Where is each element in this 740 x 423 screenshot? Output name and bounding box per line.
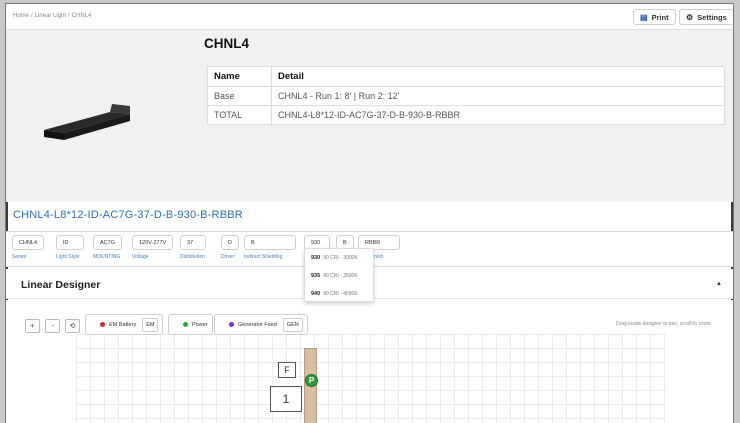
option-select[interactable]: ID (56, 235, 84, 250)
option-select[interactable]: 37 (180, 235, 206, 250)
option-label: Distribution (180, 254, 206, 260)
table-header-row: Name Detail (207, 66, 725, 87)
dropdown-option-940[interactable]: 940 90 CRI - 4000K (305, 285, 373, 303)
column-header-detail: Detail (271, 66, 725, 87)
row-name: Base (207, 86, 272, 106)
column-header-name: Name (207, 66, 272, 87)
option-label: Voltage (132, 254, 149, 260)
breadcrumb: Home / Linear Light / CHNL4 (13, 13, 93, 19)
print-label: Print (651, 12, 669, 22)
legend-power[interactable]: Power (168, 314, 213, 335)
dropdown-option-930[interactable]: 930 90 CRI - 3000K (305, 249, 373, 267)
option-code: 935 (311, 273, 321, 279)
red-dot-icon (100, 322, 105, 327)
designer-title: Linear Designer (21, 279, 101, 291)
option-label: Indirect Shielding (244, 254, 283, 260)
option-code: 940 (311, 291, 321, 297)
fixture-f-label: F (278, 362, 296, 378)
legend-em-battery[interactable]: EM Battery EM (85, 314, 164, 335)
designer-hint: Drag inside designer to pan, scroll to z… (616, 321, 711, 327)
option-select[interactable]: B (244, 235, 296, 250)
legend-tag: EM (142, 317, 159, 332)
power-feed-badge[interactable]: P (305, 374, 318, 387)
product-section: CHNL4 Name Detail Base CHNL4 - Run 1: 8'… (6, 30, 733, 202)
row-detail: CHNL4-L8*12-ID-AC7G-37-D-B-930-B-RBBR (271, 105, 725, 125)
option-select[interactable]: AC7G (93, 235, 122, 250)
option-desc: 90 CRI - 3500K (323, 273, 358, 279)
designer-canvas[interactable]: + - ⟲ EM Battery EM Power Generator Feed… (6, 300, 733, 423)
option-driver[interactable]: D Driver (221, 235, 239, 260)
option-label: Driver (221, 254, 235, 260)
settings-button[interactable]: ⚙ Settings (679, 9, 733, 25)
run-number-label: 1 (270, 386, 302, 412)
legend-tag: GEN (282, 317, 303, 332)
breadcrumb-linear-light[interactable]: Linear Light (35, 13, 66, 19)
config-string: CHNL4-L8*12-ID-AC7G-37-D-B-930-B-RBBR (13, 209, 243, 221)
option-distribution[interactable]: 37 Distribution (180, 235, 206, 260)
cct-dropdown-menu: 930 90 CRI - 3000K 935 90 CRI - 3500K 940 9… (304, 248, 374, 302)
printer-icon: ▤ (640, 12, 648, 22)
legend-generator-feed[interactable]: Generator Feed GEN (214, 314, 308, 335)
option-select[interactable]: D (221, 235, 239, 250)
gear-icon: ⚙ (686, 12, 694, 22)
option-select[interactable]: CHNL4 (12, 235, 45, 250)
top-bar: Home / Linear Light / CHNL4 ▤ Print ⚙ Settin… (6, 4, 733, 30)
option-select[interactable]: 120V-277V (132, 235, 174, 250)
green-dot-icon (183, 322, 188, 327)
option-label: Series (12, 254, 27, 260)
breadcrumb-sep: / (68, 13, 70, 19)
breadcrumb-sep: / (31, 13, 33, 19)
option-desc: 90 CRI - 3000K (323, 255, 358, 261)
designer-grid[interactable] (76, 334, 666, 423)
settings-label: Settings (697, 12, 727, 22)
option-mounting[interactable]: AC7G MOUNTING (93, 235, 122, 260)
print-button[interactable]: ▤ Print (633, 9, 676, 25)
option-desc: 90 CRI - 4000K (323, 291, 358, 297)
table-row: TOTAL CHNL4-L8*12-ID-AC7G-37-D-B-930-B-R… (207, 105, 725, 125)
zoom-in-button[interactable]: + (25, 319, 40, 333)
legend-label: EM Battery (109, 321, 137, 328)
detail-table: Name Detail Base CHNL4 - Run 1: 8' | Run… (207, 66, 725, 125)
option-label: Light Style (56, 254, 80, 260)
table-row: Base CHNL4 - Run 1: 8' | Run 2: 12' (207, 86, 725, 106)
option-code: 930 (311, 255, 321, 261)
app-window: Home / Linear Light / CHNL4 ▤ Print ⚙ Settin… (5, 3, 734, 423)
row-detail: CHNL4 - Run 1: 8' | Run 2: 12' (271, 86, 725, 106)
reset-view-button[interactable]: ⟲ (65, 319, 80, 333)
option-indirect-shielding[interactable]: B Indirect Shielding (244, 235, 296, 260)
row-name: TOTAL (207, 105, 272, 125)
dropdown-option-935[interactable]: 935 90 CRI - 3500K (305, 267, 373, 285)
zoom-out-button[interactable]: - (45, 319, 60, 333)
option-light-style[interactable]: ID Light Style (56, 235, 84, 260)
legend-label: Generator Feed (238, 321, 277, 328)
option-series[interactable]: CHNL4 Series (12, 235, 45, 260)
purple-dot-icon (229, 322, 234, 327)
option-voltage[interactable]: 120V-277V Voltage (132, 235, 174, 260)
product-image (44, 104, 130, 140)
option-label: MOUNTING (93, 254, 121, 260)
collapse-arrow-icon[interactable]: ▲ (716, 281, 722, 287)
breadcrumb-home[interactable]: Home (13, 13, 29, 19)
breadcrumb-current: CHNL4 (71, 13, 92, 19)
legend-label: Power (192, 321, 208, 328)
product-title: CHNL4 (204, 36, 250, 51)
